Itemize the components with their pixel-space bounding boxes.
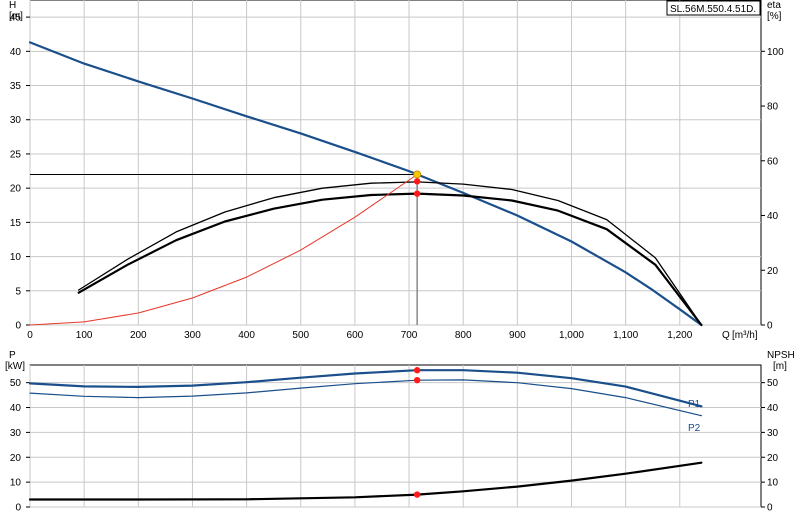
power-npsh-panel: 01020304050 01020304050 P [kW] NPSH [m] …	[5, 350, 795, 514]
q-x-tick-label: 200	[130, 330, 147, 341]
p1-series-label: P1	[688, 399, 701, 410]
q-x-tick-label: 0	[27, 330, 33, 341]
npsh-y-tick-label: 20	[767, 453, 779, 464]
q-x-tick-label: 500	[292, 330, 309, 341]
power-y-tick-label: 30	[10, 428, 22, 439]
eta-y-tick-label: 40	[767, 211, 779, 222]
head-y-tick-label: 25	[10, 149, 22, 160]
q-x-tick-label: 600	[347, 330, 364, 341]
head-y-tick-label: 15	[10, 218, 22, 229]
power-y-tick-label: 50	[10, 378, 22, 389]
eta-y-tick-label: 60	[767, 156, 779, 167]
p2-series-label: P2	[688, 423, 701, 434]
power-y-ticks: 0 10 20 30 40 50	[10, 378, 30, 514]
npsh-y-tick-label: 40	[767, 403, 779, 414]
model-label: SL.56M.550.4.51D.	[670, 4, 756, 15]
npsh-y-tick-label: 30	[767, 428, 779, 439]
head-plot-area	[29, 0, 762, 326]
pump-performance-chart: 051015202530354045 020406080100 0 100 200 3…	[5, 0, 795, 514]
power-axis-unit: [kW]	[5, 361, 25, 372]
head-axis-title: H	[9, 0, 16, 11]
head-efficiency-panel: 051015202530354045 020406080100 0 100 200 3…	[9, 0, 784, 341]
q-x-tick-label: 100	[76, 330, 93, 341]
head-duty-point	[413, 190, 421, 197]
q-x-tick-label: 1,100	[613, 330, 638, 341]
head-y-tick-label: 5	[15, 286, 21, 297]
eta-y-tick-label: 20	[767, 266, 779, 277]
q-x-tick-label: 800	[455, 330, 472, 341]
head-y-tick-label: 35	[10, 81, 22, 92]
npsh-y-ticks: 0 10 20 30 40 50	[761, 378, 779, 514]
power-duty-point	[413, 491, 421, 498]
npsh-y-tick-label: 50	[767, 378, 779, 389]
eta-y-tick-label: 100	[767, 47, 784, 58]
head-y-tick-label: 0	[15, 321, 21, 332]
power-y-tick-label: 40	[10, 403, 22, 414]
head-axis-unit: [m]	[9, 11, 23, 22]
head-y-tick-label: 20	[10, 184, 22, 195]
eta-axis-unit: [%]	[767, 11, 782, 22]
eta-y-tick-label: 0	[767, 321, 773, 332]
q-x-tick-label: 700	[401, 330, 418, 341]
flow-axis-title: Q	[722, 330, 730, 341]
q-x-tick-label: 1,000	[559, 330, 584, 341]
power-duty-point	[413, 376, 421, 384]
head-duty-point	[413, 170, 422, 179]
npsh-y-tick-label: 10	[767, 478, 779, 489]
head-y-tick-label: 40	[10, 47, 22, 58]
power-y-tick-label: 0	[15, 503, 21, 514]
q-x-tick-label: 900	[509, 330, 526, 341]
q-x-ticks: 0 100 200 300 400 500 600 700 800 900 1,000 1,100 1,…	[27, 330, 693, 341]
power-duty-point	[413, 367, 421, 374]
power-y-tick-label: 10	[10, 478, 22, 489]
eta-y-tick-label: 80	[767, 102, 779, 113]
power-axis-title: P	[9, 350, 16, 361]
q-x-tick-label: 1,200	[667, 330, 692, 341]
eta-axis-title: eta	[767, 0, 781, 11]
flow-axis-unit: [m³/h]	[732, 330, 758, 341]
npsh-axis-unit: [m]	[773, 361, 787, 372]
npsh-y-tick-label: 0	[767, 503, 773, 514]
q-x-tick-label: 300	[184, 330, 201, 341]
head-y-ticks: 051015202530354045	[10, 13, 30, 332]
eta-y-ticks: 0 20 40 60 80 100	[761, 47, 784, 332]
q-x-tick-label: 400	[238, 330, 255, 341]
head-duty-point	[413, 178, 421, 185]
npsh-axis-title: NPSH	[767, 350, 795, 361]
head-y-tick-label: 30	[10, 115, 22, 126]
power-y-tick-label: 20	[10, 453, 22, 464]
head-y-tick-label: 10	[10, 252, 22, 263]
